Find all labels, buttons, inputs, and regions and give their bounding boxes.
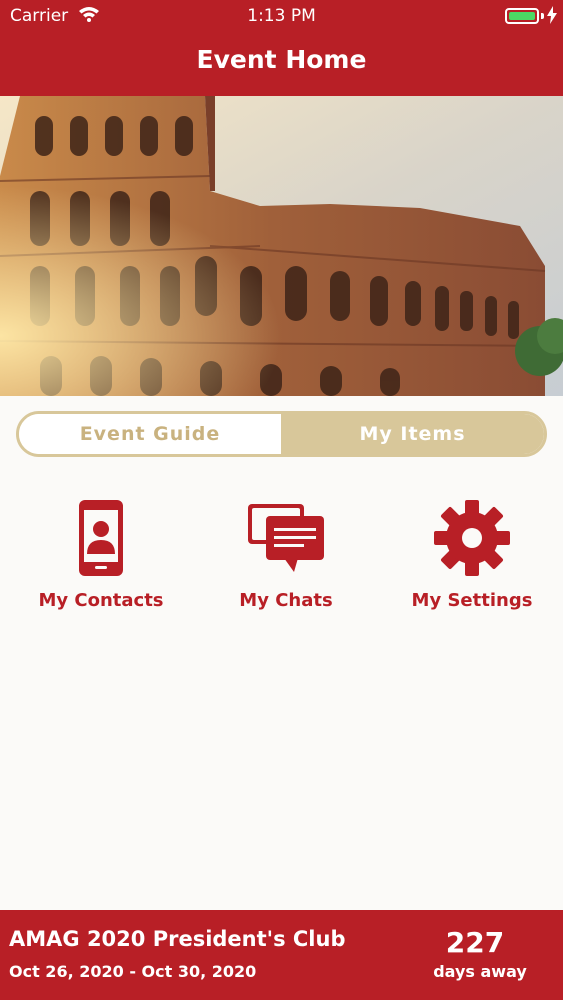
- chat-bubbles-icon: [201, 498, 371, 578]
- status-bar: Carrier 1:13 PM: [0, 0, 563, 32]
- battery-tip: [541, 13, 544, 19]
- hero-image: [0, 96, 563, 396]
- event-dates: Oct 26, 2020 - Oct 30, 2020: [9, 962, 257, 981]
- page-title: Event Home: [196, 45, 367, 74]
- days-away-label: days away: [433, 962, 527, 981]
- days-count: 227: [445, 926, 505, 959]
- clock: 1:13 PM: [247, 6, 316, 26]
- tab-event-guide[interactable]: Event Guide: [19, 414, 281, 454]
- my-contacts-label: My Contacts: [38, 590, 164, 611]
- event-footer[interactable]: AMAG 2020 President's Club Oct 26, 2020 …: [0, 910, 563, 1000]
- gear-icon: [387, 498, 557, 578]
- segmented-control: Event Guide My Items: [16, 411, 547, 457]
- my-settings-label: My Settings: [411, 590, 533, 611]
- phone-contact-icon: [16, 498, 186, 578]
- my-contacts-button[interactable]: My Contacts: [16, 498, 186, 618]
- tab-my-items[interactable]: My Items: [281, 414, 544, 454]
- my-chats-button[interactable]: My Chats: [201, 498, 371, 618]
- my-chats-label: My Chats: [239, 590, 333, 611]
- event-name: AMAG 2020 President's Club: [9, 927, 346, 951]
- battery-icon: [505, 8, 539, 24]
- charging-icon: [547, 6, 557, 28]
- top-bar: Carrier 1:13 PM Event Home: [0, 0, 563, 96]
- my-settings-button[interactable]: My Settings: [387, 498, 557, 618]
